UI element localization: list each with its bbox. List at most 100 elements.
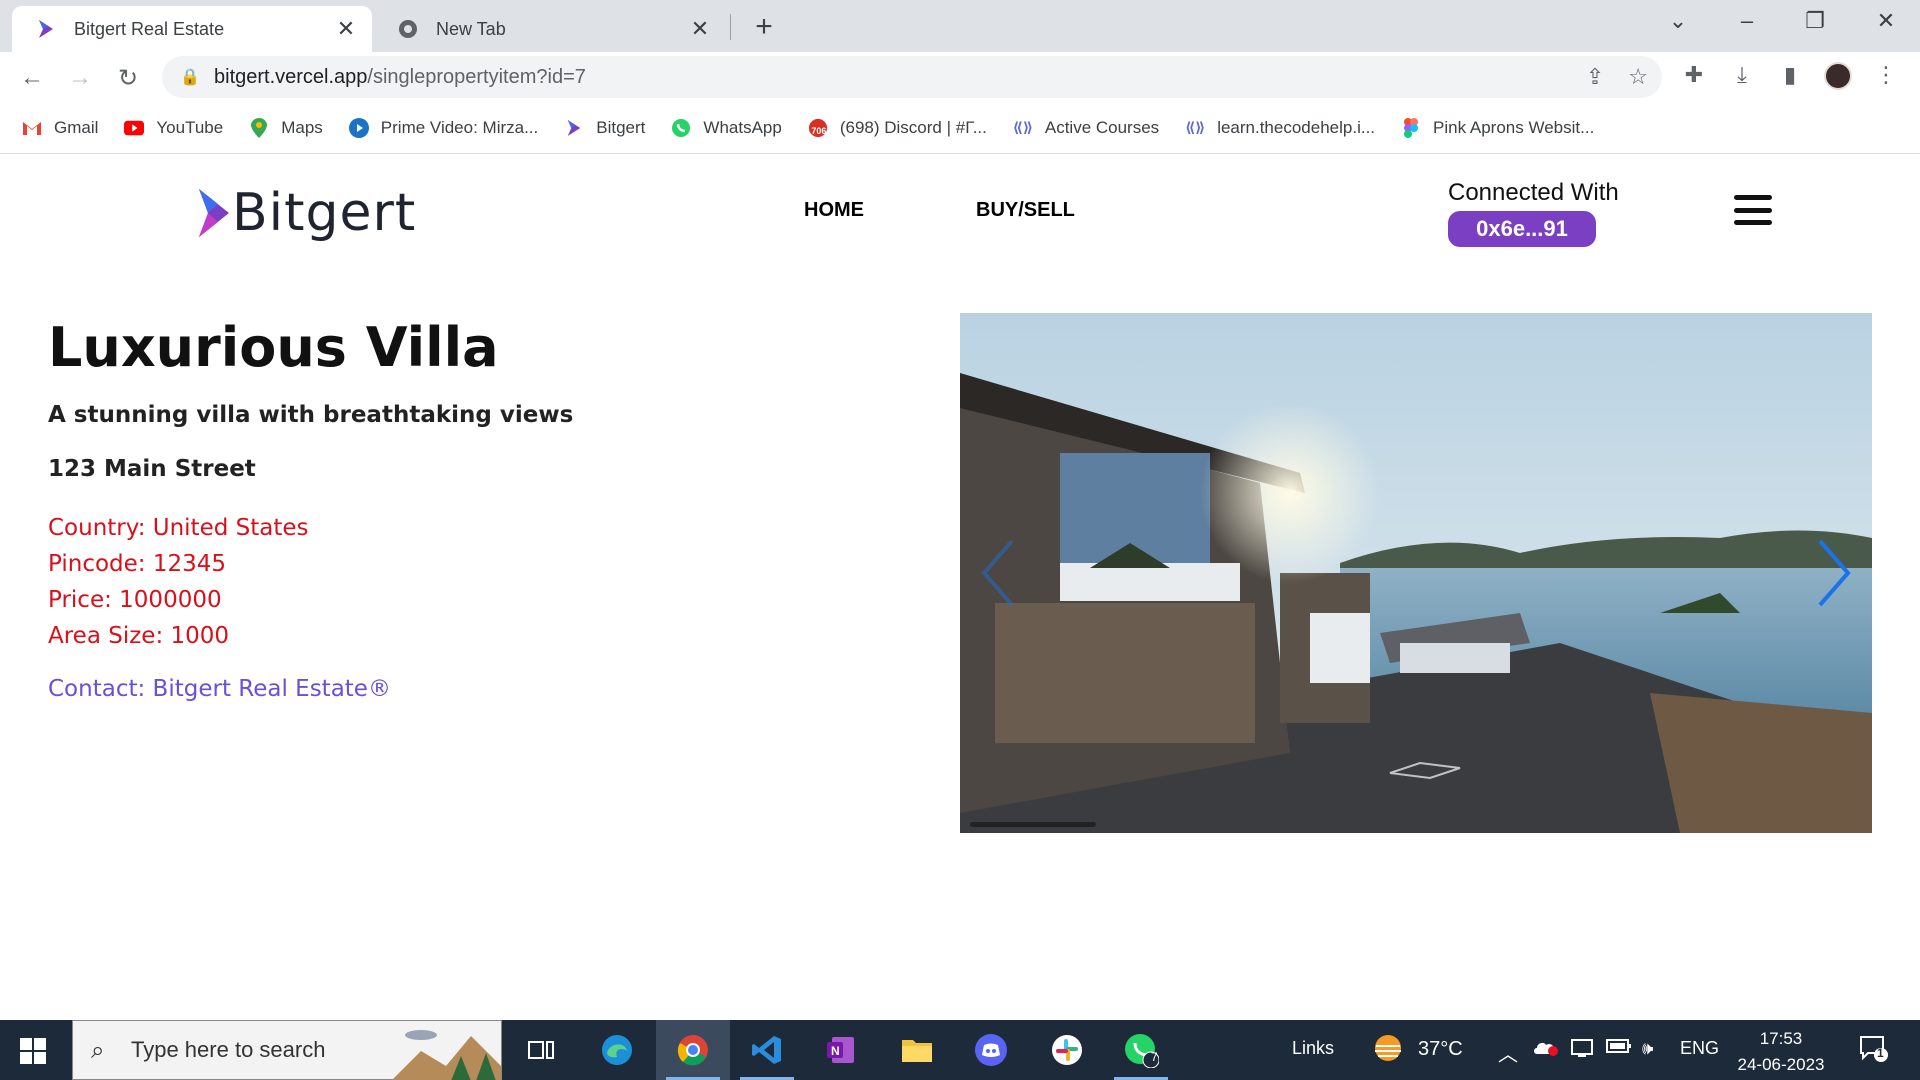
bookmark-label: Active Courses bbox=[1044, 117, 1160, 137]
system-clock[interactable]: 17:53 24-06-2023 bbox=[1736, 1026, 1826, 1078]
bookmark-gmail[interactable]: Gmail bbox=[22, 118, 98, 138]
site-header: Bitgert HOME BUY/SELL Connected With 0x6… bbox=[0, 155, 1920, 265]
search-highlight-illustration bbox=[392, 1030, 501, 1080]
tab-new-tab[interactable]: New Tab ✕ bbox=[374, 6, 726, 52]
property-area: Area Size: 1000 bbox=[48, 623, 230, 649]
tray-chevron-icon[interactable]: ︿ bbox=[1498, 1038, 1518, 1067]
carousel-prev-icon[interactable] bbox=[974, 535, 1024, 611]
volume-icon[interactable]: 🕪 bbox=[1642, 1038, 1653, 1059]
chrome-icon bbox=[398, 19, 418, 39]
property-description: A stunning villa with breathtaking views bbox=[48, 402, 574, 428]
property-title: Luxurious Villa bbox=[48, 316, 499, 379]
clock-time: 17:53 bbox=[1759, 1029, 1803, 1048]
windows-start-icon[interactable] bbox=[20, 1038, 46, 1064]
back-icon[interactable]: ← bbox=[14, 60, 50, 96]
property-pincode: Pincode: 12345 bbox=[48, 551, 227, 577]
new-tab-button[interactable]: + bbox=[748, 10, 780, 44]
language-indicator[interactable]: ENG bbox=[1680, 1038, 1719, 1059]
search-icon: ⌕ bbox=[91, 1037, 105, 1064]
onedrive-icon[interactable] bbox=[1532, 1038, 1558, 1061]
close-tab-icon[interactable]: ✕ bbox=[334, 16, 358, 42]
bookmark-label: YouTube bbox=[156, 117, 224, 137]
bookmark-maps[interactable]: Maps bbox=[249, 117, 323, 138]
reload-icon[interactable]: ↻ bbox=[110, 60, 146, 96]
villa-photo bbox=[960, 313, 1872, 833]
property-price: Price: 1000000 bbox=[48, 587, 222, 613]
bitgert-icon bbox=[564, 118, 584, 138]
bookmark-discord[interactable]: 706 (698) Discord | #Γ... bbox=[808, 118, 987, 138]
bookmark-prime-video[interactable]: Prime Video: Mirza... bbox=[348, 117, 538, 138]
discord-badge: 706 bbox=[811, 125, 827, 136]
weather-temperature[interactable]: 37°C bbox=[1418, 1038, 1463, 1061]
property-image-carousel[interactable] bbox=[960, 313, 1872, 833]
bookmark-pink-aprons[interactable]: Pink Aprons Websit... bbox=[1401, 117, 1595, 138]
whatsapp-badge: 7 bbox=[1151, 1050, 1158, 1064]
share-icon[interactable]: ⇪ bbox=[1586, 64, 1604, 90]
lock-icon: 🔒 bbox=[180, 69, 200, 86]
bitgert-logo-icon bbox=[199, 189, 229, 237]
file-explorer-icon[interactable] bbox=[880, 1020, 954, 1080]
taskbar-search-box[interactable]: ⌕ Type here to search bbox=[72, 1020, 502, 1080]
bookmark-learn-codehelp[interactable]: ⟪⟫ learn.thecodehelp.i... bbox=[1185, 118, 1375, 138]
onenote-icon[interactable]: N bbox=[804, 1020, 878, 1080]
nav-buy-sell[interactable]: BUY/SELL bbox=[976, 199, 1075, 222]
bookmark-label: (698) Discord | #Γ... bbox=[839, 117, 987, 137]
bookmark-label: Bitgert bbox=[596, 117, 646, 137]
nav-home[interactable]: HOME bbox=[804, 199, 864, 222]
edge-icon[interactable] bbox=[580, 1020, 654, 1080]
weather-icon[interactable] bbox=[1370, 1032, 1406, 1071]
carousel-progress-bar bbox=[970, 822, 1096, 827]
bookmarks-bar: Gmail YouTube Maps Prime Video: Mirza...… bbox=[0, 102, 1920, 154]
figma-icon bbox=[1401, 117, 1421, 138]
bookmark-label: Maps bbox=[281, 117, 323, 137]
close-window-icon[interactable]: ✕ bbox=[1866, 8, 1906, 34]
minimize-icon[interactable]: – bbox=[1727, 8, 1767, 34]
bookmark-bitgert[interactable]: Bitgert bbox=[564, 118, 645, 138]
links-toolbar[interactable]: Links bbox=[1292, 1038, 1334, 1059]
side-panel-icon[interactable]: ▮ bbox=[1774, 62, 1806, 88]
whatsapp-taskbar-icon[interactable]: 7 bbox=[1104, 1020, 1178, 1080]
bookmark-whatsapp[interactable]: WhatsApp bbox=[671, 118, 782, 138]
tab-title: New Tab bbox=[436, 18, 506, 39]
address-bar[interactable]: 🔒 bitgert.vercel.app/singlepropertyitem?… bbox=[162, 56, 1662, 98]
prime-video-icon bbox=[348, 117, 369, 138]
notification-icon[interactable]: 1 bbox=[1858, 1034, 1888, 1067]
task-view-icon[interactable] bbox=[504, 1020, 578, 1080]
url-path: /singlepropertyitem?id=7 bbox=[367, 65, 586, 88]
slack-icon[interactable] bbox=[1030, 1020, 1104, 1080]
bookmark-label: Pink Aprons Websit... bbox=[1433, 117, 1595, 137]
tab-search-icon[interactable]: ⌄ bbox=[1658, 8, 1698, 34]
codehelp-icon: ⟪⟫ bbox=[1012, 119, 1033, 135]
tab-bitgert-real-estate[interactable]: Bitgert Real Estate ✕ bbox=[12, 6, 372, 52]
bookmark-youtube[interactable]: YouTube bbox=[124, 118, 223, 138]
download-icon[interactable]: ⤓ bbox=[1726, 62, 1758, 88]
vscode-icon[interactable] bbox=[730, 1020, 804, 1080]
bookmark-star-icon[interactable]: ☆ bbox=[1628, 64, 1648, 90]
notification-badge: 1 bbox=[1877, 1046, 1884, 1060]
carousel-next-icon[interactable] bbox=[1808, 535, 1858, 611]
extensions-icon[interactable]: ✚ bbox=[1678, 62, 1710, 88]
bitgert-icon bbox=[36, 19, 56, 39]
avatar[interactable] bbox=[1824, 62, 1852, 90]
bookmark-label: Gmail bbox=[54, 117, 99, 137]
site-logo[interactable]: Bitgert bbox=[196, 183, 416, 243]
bookmark-active-courses[interactable]: ⟪⟫ Active Courses bbox=[1013, 118, 1159, 138]
network-icon[interactable] bbox=[1570, 1038, 1594, 1063]
restore-icon[interactable]: ❐ bbox=[1795, 8, 1835, 34]
tab-title: Bitgert Real Estate bbox=[74, 18, 225, 39]
wallet-address-button[interactable]: 0x6e...91 bbox=[1448, 211, 1596, 247]
hamburger-menu-icon[interactable] bbox=[1734, 195, 1772, 225]
gmail-icon bbox=[22, 118, 42, 138]
discord-taskbar-icon[interactable] bbox=[954, 1020, 1028, 1080]
forward-icon[interactable]: → bbox=[62, 60, 98, 96]
chrome-taskbar-icon[interactable] bbox=[656, 1020, 730, 1080]
battery-icon[interactable] bbox=[1606, 1038, 1632, 1059]
close-tab-icon[interactable]: ✕ bbox=[688, 16, 712, 42]
property-address: 123 Main Street bbox=[48, 456, 256, 482]
codehelp-icon: ⟪⟫ bbox=[1185, 119, 1206, 135]
property-contact-link[interactable]: Contact: Bitgert Real Estate® bbox=[48, 676, 391, 702]
connected-label: Connected With bbox=[1448, 179, 1619, 206]
menu-icon[interactable]: ⋮ bbox=[1870, 62, 1902, 88]
svg-text:N: N bbox=[831, 1044, 840, 1058]
windows-taskbar: ⌕ Type here to search N 7 Links 37°C ︿ 🕪… bbox=[0, 1020, 1920, 1080]
